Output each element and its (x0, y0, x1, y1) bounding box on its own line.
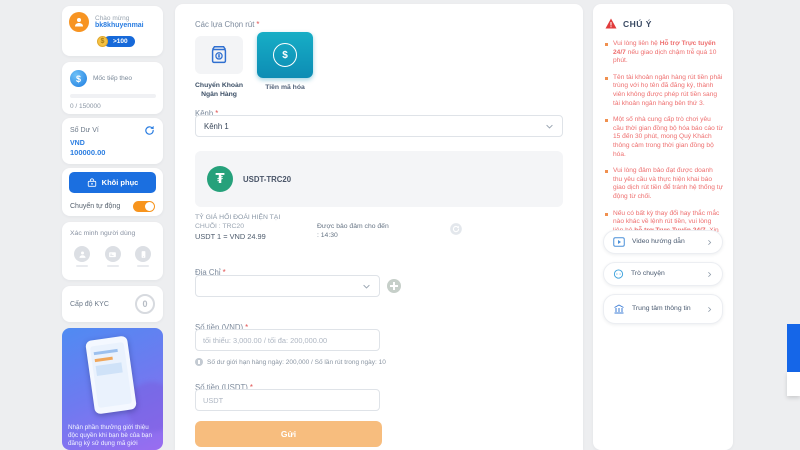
info-center-link[interactable]: Trung tâm thông tin (603, 294, 723, 324)
username[interactable]: bk8khuyenmai (95, 22, 144, 29)
toggle-knob (145, 202, 154, 211)
person-icon (73, 16, 85, 28)
channel-select-value: Kênh 1 (204, 122, 229, 131)
wallet-currency: VND (70, 140, 155, 147)
rate-value: USDT 1 = VND 24.99 (195, 232, 305, 241)
info-icon (195, 358, 203, 366)
chat-link[interactable]: Trò chuyện (603, 262, 723, 286)
milestone-coin-icon: $ (70, 70, 87, 87)
phone-graphic (85, 335, 137, 414)
verify-status-line (107, 265, 119, 267)
rate-title: TỶ GIÁ HỐI ĐOÁI HIỆN TẠI (195, 214, 305, 221)
submit-button[interactable]: Gửi (195, 421, 382, 447)
refresh-icon[interactable] (144, 125, 155, 136)
referral-promo-banner[interactable]: Nhận phần thưởng giới thiệu độc quyền kh… (62, 328, 163, 450)
auto-transfer-toggle[interactable] (133, 201, 155, 212)
kyc-level-badge: 0 (135, 294, 155, 314)
milestone-progress-bar (70, 94, 156, 98)
milestone-label: Mốc tiếp theo (93, 75, 132, 82)
verification-card: Xác minh người dùng (62, 222, 163, 280)
amount-vnd-input[interactable] (195, 329, 380, 351)
milestone-card: $ Mốc tiếp theo 0 / 150000 (62, 62, 163, 114)
verify-status-line (137, 265, 149, 267)
coin-name: USDT-TRC20 (243, 175, 291, 184)
verify-id-card[interactable] (105, 246, 121, 267)
withdraw-form-card: Các lựa Chọn rút* $ Chuyển Khoản Ngân Hà… (175, 4, 583, 450)
verification-label: Xác minh người dùng (70, 230, 155, 237)
restore-button[interactable]: Khôi phục (69, 172, 156, 193)
add-address-button[interactable] (387, 279, 401, 293)
vip-badge-value: >100 (104, 36, 135, 47)
phone-icon (135, 246, 151, 262)
wallet-label: Số Dư Ví (70, 127, 99, 134)
option-crypto[interactable]: $ (257, 32, 313, 78)
bullet-icon (605, 77, 608, 80)
bullet-icon (605, 119, 608, 122)
bullet-icon (605, 213, 608, 216)
wallet-actions-card: Khôi phục Chuyển tự động (62, 168, 163, 216)
notice-item: Vui lòng đảm bảo đạt được doanh thu yêu … (605, 167, 723, 201)
milestone-progress-text: 0 / 150000 (70, 103, 156, 110)
wallet-icon (87, 178, 97, 188)
greeting-card: Chào mừng bk8khuyenmai $ >100 (62, 6, 163, 56)
channel-select[interactable]: Kênh 1 (195, 115, 563, 137)
option-crypto-label: Tiền mã hóa (257, 84, 313, 93)
notice-card: CHÚ Ý Vui lòng liên hệ Hỗ trợ Trực tuyến… (593, 4, 733, 450)
rate-chain: CHUỖI : TRC20 (195, 223, 305, 230)
wallet-amount: 100000.00 (70, 148, 155, 157)
person-verify-icon (74, 246, 90, 262)
verify-status-line (76, 265, 88, 267)
bullet-icon (605, 170, 608, 173)
id-card-icon (105, 246, 121, 262)
amount-usdt-input[interactable] (195, 389, 380, 411)
user-avatar-icon (69, 12, 89, 32)
bank-transfer-icon (208, 44, 230, 66)
chat-icon (613, 269, 624, 280)
notice-item: Một số nhà cung cấp trò chơi yêu cầu thờ… (605, 116, 723, 159)
rate-refresh-icon[interactable] (449, 222, 463, 236)
selected-coin-card[interactable]: ₮ USDT-TRC20 (195, 151, 563, 207)
restore-button-label: Khôi phục (102, 178, 139, 187)
option-bank-label: Chuyển Khoản Ngân Hàng (183, 82, 255, 99)
form-title: Các lựa Chọn rút* (195, 14, 259, 32)
kyc-card: Cấp độ KYC 0 (62, 286, 163, 322)
floating-side-widget[interactable] (787, 324, 800, 372)
auto-transfer-label: Chuyển tự động (70, 203, 120, 210)
daily-limit-note: Số dư giới hạn hàng ngày: 200,000 / Số l… (195, 358, 386, 366)
promo-text: Nhận phần thưởng giới thiệu độc quyền kh… (68, 424, 159, 448)
bullet-icon (605, 43, 608, 46)
chevron-right-icon (706, 239, 713, 246)
chevron-down-icon (545, 122, 554, 131)
info-center-icon (613, 303, 625, 315)
vip-badge[interactable]: $ >100 (97, 36, 157, 47)
chevron-right-icon (706, 271, 713, 278)
notice-item: Tên tài khoản ngân hàng rút tiền phải tr… (605, 74, 723, 108)
address-select[interactable] (195, 275, 380, 297)
notice-list: Vui lòng liên hệ Hỗ trợ Trực tuyến 24/7 … (605, 40, 723, 252)
video-guide-link[interactable]: Video hướng dẫn (603, 230, 723, 254)
coin-icon: $ (97, 36, 108, 47)
rate-guarantee: Được bảo đảm cho đến : 14:30 (317, 214, 389, 240)
video-icon (613, 237, 625, 247)
notice-title: CHÚ Ý (623, 19, 652, 29)
greeting-text: Chào mừng (95, 15, 144, 22)
crypto-coin-icon: $ (273, 43, 297, 67)
verify-identity[interactable] (74, 246, 90, 267)
exchange-rate-block: TỶ GIÁ HỐI ĐOÁI HIỆN TẠI CHUỖI : TRC20 U… (195, 214, 563, 241)
wallet-card: Số Dư Ví VND 100000.00 (62, 118, 163, 164)
floating-side-widget-secondary[interactable] (787, 372, 800, 396)
kyc-label: Cấp độ KYC (70, 301, 109, 308)
warning-icon (605, 18, 617, 29)
chevron-right-icon (706, 306, 713, 313)
chevron-down-icon (362, 282, 371, 291)
option-bank-transfer[interactable] (195, 36, 243, 74)
notice-item: Vui lòng liên hệ Hỗ trợ Trực tuyến 24/7 … (605, 40, 723, 66)
verify-phone[interactable] (135, 246, 151, 267)
tether-icon: ₮ (207, 166, 233, 192)
